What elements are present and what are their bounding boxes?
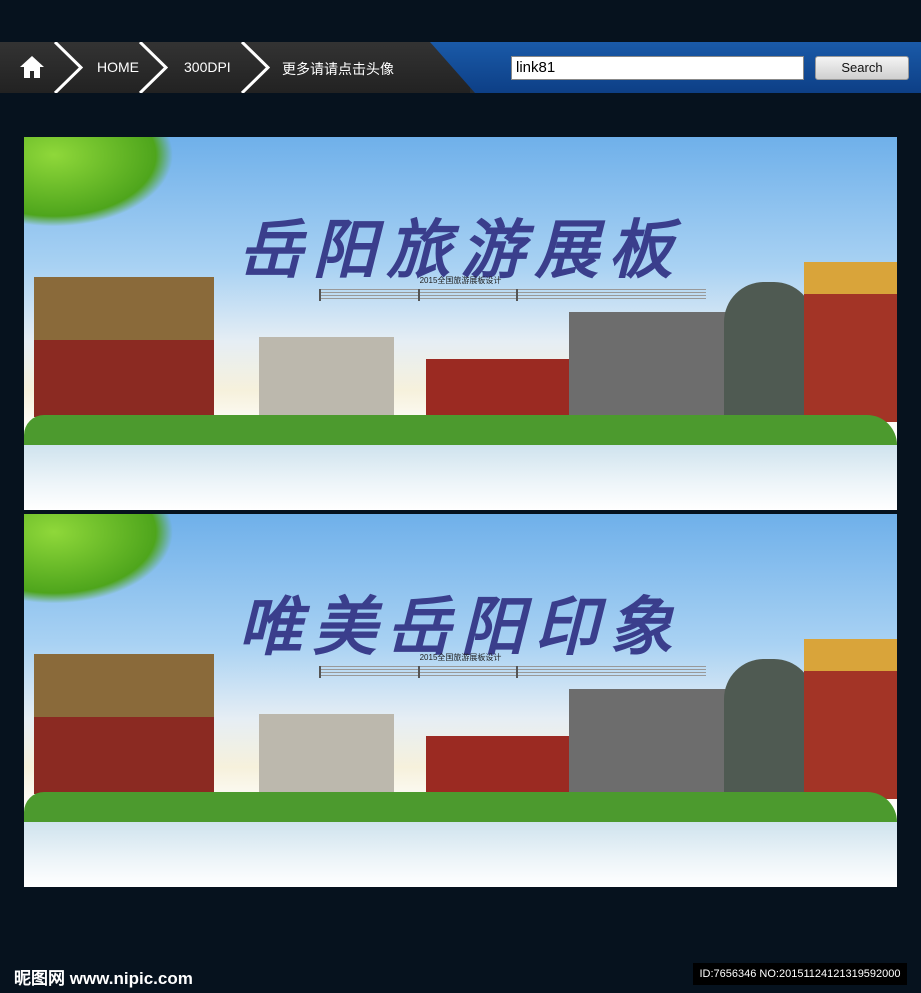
breadcrumb-more[interactable]: 更多请请点击头像 xyxy=(282,59,394,79)
lake-water xyxy=(24,445,897,510)
chevron-separator-icon xyxy=(240,42,270,93)
stone-arch xyxy=(569,689,739,799)
stone-arch xyxy=(569,312,739,422)
pagoda-building xyxy=(804,639,897,799)
chevron-separator-icon xyxy=(138,42,168,93)
poster-panel-2: 唯美岳阳印象 2015全国旅游展板设计 xyxy=(24,514,897,887)
poster-panel-1: 岳阳旅游展板 2015全国旅游展板设计 xyxy=(24,137,897,510)
search-input[interactable]: link81 xyxy=(511,56,804,80)
image-id: ID:7656346 NO:20151124121319592000 xyxy=(693,963,907,985)
home-icon[interactable] xyxy=(19,54,45,80)
gate-building xyxy=(259,714,394,804)
text-block xyxy=(516,666,706,678)
top-nav: HOME 300DPI 更多请请点击头像 link81 Search xyxy=(0,42,921,93)
lake-water xyxy=(24,822,897,887)
search-button[interactable]: Search xyxy=(815,56,909,80)
gate-building xyxy=(259,337,394,427)
tower-building xyxy=(34,654,214,794)
breadcrumb-300dpi[interactable]: 300DPI xyxy=(184,59,231,75)
chevron-separator-icon xyxy=(53,42,83,93)
pagoda-building xyxy=(804,262,897,422)
text-block xyxy=(516,289,706,301)
breadcrumb-home[interactable]: HOME xyxy=(97,59,139,75)
tower-building xyxy=(34,277,214,417)
watermark-logo: 昵图网 www.nipic.com xyxy=(14,969,193,988)
